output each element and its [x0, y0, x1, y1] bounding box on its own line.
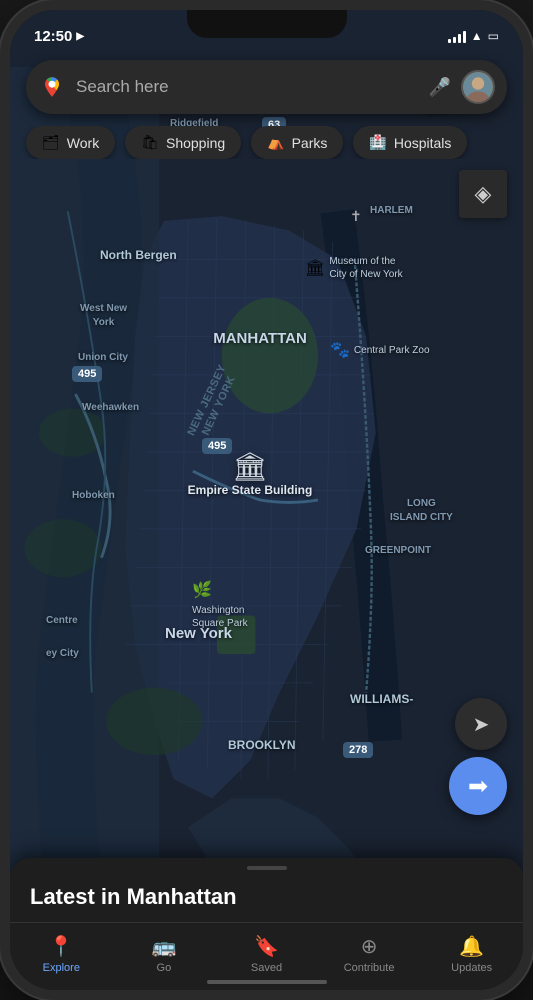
contribute-icon: ⊕: [361, 934, 378, 959]
location-arrow-icon: ➤: [473, 712, 490, 737]
updates-label: Updates: [451, 962, 492, 974]
status-time: 12:50 ▶: [34, 28, 84, 45]
gps-arrow: ▶: [76, 31, 84, 42]
search-bar-container: Search here 🎤: [26, 60, 507, 114]
work-label: Work: [67, 135, 99, 151]
explore-icon: 📍: [49, 934, 74, 959]
nav-explore[interactable]: 📍 Explore: [31, 934, 91, 974]
layers-button[interactable]: ◈: [459, 170, 507, 218]
pill-shopping[interactable]: 🛍 Shopping: [125, 126, 241, 159]
sheet-handle: [247, 866, 287, 870]
pill-hospitals[interactable]: 🏥 Hospitals: [353, 126, 467, 159]
directions-icon: ➡: [468, 772, 488, 801]
nav-updates[interactable]: 🔔 Updates: [442, 934, 502, 974]
go-icon: 🚌: [151, 934, 176, 959]
work-icon: 🗂: [42, 134, 60, 151]
phone-frame: NEW JERSEYNEW YORK 12:50 ▶ ▲ ▭: [0, 0, 533, 1000]
search-bar[interactable]: Search here 🎤: [26, 60, 507, 114]
time-display: 12:50: [34, 28, 72, 45]
google-maps-logo: [38, 73, 66, 101]
updates-icon: 🔔: [459, 934, 484, 959]
avatar[interactable]: [461, 70, 495, 104]
pill-work[interactable]: 🗂 Work: [26, 126, 115, 159]
shopping-icon: 🛍: [141, 134, 159, 151]
home-indicator: [207, 980, 327, 984]
user-avatar-image: [463, 72, 493, 102]
contribute-label: Contribute: [344, 962, 395, 974]
wifi-icon: ▲: [471, 29, 483, 43]
saved-label: Saved: [251, 962, 282, 974]
shopping-label: Shopping: [166, 135, 225, 151]
bottom-sheet: Latest in Manhattan: [10, 858, 523, 922]
hospitals-label: Hospitals: [394, 135, 452, 151]
search-input[interactable]: Search here: [76, 77, 419, 97]
mic-icon[interactable]: 🎤: [429, 77, 451, 98]
category-pills: 🗂 Work 🛍 Shopping ⛺ Parks 🏥 Hospitals: [10, 126, 523, 159]
cross-marker: ✝: [350, 208, 362, 225]
status-icons: ▲ ▭: [448, 29, 499, 43]
battery-icon: ▭: [488, 29, 499, 43]
parks-icon: ⛺: [267, 134, 284, 151]
parks-label: Parks: [292, 135, 328, 151]
hospitals-icon: 🏥: [369, 134, 386, 151]
signal-icon: [448, 29, 466, 43]
layers-icon: ◈: [475, 181, 492, 207]
status-bar: 12:50 ▶ ▲ ▭: [10, 22, 523, 50]
route-badge-495b: 495: [202, 438, 232, 454]
directions-button[interactable]: ➡: [449, 757, 507, 815]
route-badge-278: 278: [343, 742, 373, 758]
location-button[interactable]: ➤: [455, 698, 507, 750]
pill-parks[interactable]: ⛺ Parks: [251, 126, 343, 159]
sheet-title: Latest in Manhattan: [30, 884, 503, 910]
go-label: Go: [157, 962, 172, 974]
saved-icon: 🔖: [254, 934, 279, 959]
nav-go[interactable]: 🚌 Go: [134, 934, 194, 974]
route-badge-495a: 495: [72, 366, 102, 382]
nav-contribute[interactable]: ⊕ Contribute: [339, 934, 399, 974]
explore-label: Explore: [43, 962, 80, 974]
nav-saved[interactable]: 🔖 Saved: [236, 934, 296, 974]
